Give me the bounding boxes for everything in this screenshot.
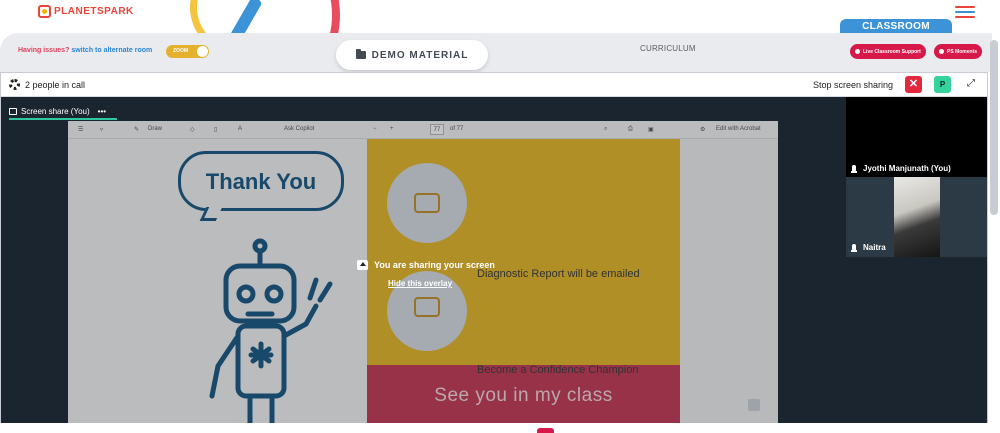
participant-label: Naitra	[851, 243, 886, 252]
participant-tile-self[interactable]: Jyothi Manjunath (You)	[846, 97, 987, 177]
live-support-label: Live Classroom Support	[863, 48, 921, 55]
active-tab-indicator	[9, 118, 117, 120]
curriculum-link[interactable]: CURRICULUM	[640, 44, 696, 53]
logo-text: PLANETSPARK	[54, 6, 134, 17]
stop-sharing-button[interactable]: ✕	[905, 76, 922, 93]
mic-icon	[851, 244, 857, 252]
sharing-notice: You are sharing your screen	[357, 260, 495, 270]
zoom-toggle-label: ZOOM	[173, 48, 188, 54]
participant-label: Jyothi Manjunath (You)	[851, 164, 951, 173]
toggle-knob	[197, 46, 208, 57]
expand-icon[interactable]: ⤢	[964, 77, 978, 91]
call-header: 2 people in call Stop screen sharing ✕ P…	[1, 73, 987, 97]
class-toolbar: Having issues? switch to alternate room …	[0, 33, 992, 72]
participant-name: Jyothi Manjunath (You)	[863, 164, 951, 173]
planetspark-logo: PLANETSPARK	[38, 5, 134, 18]
live-support-button[interactable]: Live Classroom Support	[850, 44, 926, 59]
app-root: PLANETSPARK CLASSROOM Having issues? swi…	[0, 0, 1000, 433]
issue-notice: Having issues? switch to alternate room	[18, 47, 152, 54]
upload-icon	[357, 260, 368, 270]
page-scrollbar[interactable]	[990, 40, 998, 215]
alternate-room-link[interactable]: switch to alternate room	[71, 47, 152, 54]
share-dim-overlay	[68, 121, 778, 433]
screen-share-tab[interactable]: Screen share (You) •••	[9, 103, 106, 119]
call-window: 2 people in call Stop screen sharing ✕ P…	[0, 72, 988, 433]
support-icon	[855, 49, 860, 54]
ps-moments-label: PS Moments	[947, 48, 978, 55]
people-count: 2 people in call	[25, 80, 86, 90]
issue-text: Having issues?	[18, 47, 70, 54]
hide-overlay-link[interactable]: Hide this overlay	[388, 279, 452, 288]
participant-name: Naitra	[863, 243, 886, 252]
demo-material-label: DEMO MATERIAL	[371, 49, 469, 61]
participant-initial-badge[interactable]: P	[934, 76, 951, 93]
gear-icon[interactable]	[9, 79, 20, 90]
ps-moments-button[interactable]: PS Moments	[934, 44, 983, 59]
more-options-icon[interactable]: •••	[98, 107, 106, 116]
logo-icon	[38, 5, 51, 18]
top-bar: PLANETSPARK CLASSROOM	[0, 0, 1000, 80]
participant-tile-naitra[interactable]: Naitra	[846, 177, 987, 257]
hamburger-menu-icon[interactable]	[955, 6, 975, 18]
bottom-handle[interactable]	[537, 428, 554, 433]
zoom-toggle[interactable]: ZOOM	[166, 45, 209, 58]
folder-icon	[355, 49, 366, 59]
demo-material-button[interactable]: DEMO MATERIAL	[336, 40, 488, 70]
screen-share-icon	[9, 107, 17, 115]
moments-icon	[939, 49, 944, 54]
screen-share-label: Screen share (You)	[21, 106, 90, 116]
bottom-strip	[0, 423, 988, 433]
mic-icon	[851, 165, 857, 173]
participant-video	[894, 177, 940, 257]
stop-sharing-label: Stop screen sharing	[813, 80, 894, 90]
sharing-message: You are sharing your screen	[374, 260, 495, 270]
